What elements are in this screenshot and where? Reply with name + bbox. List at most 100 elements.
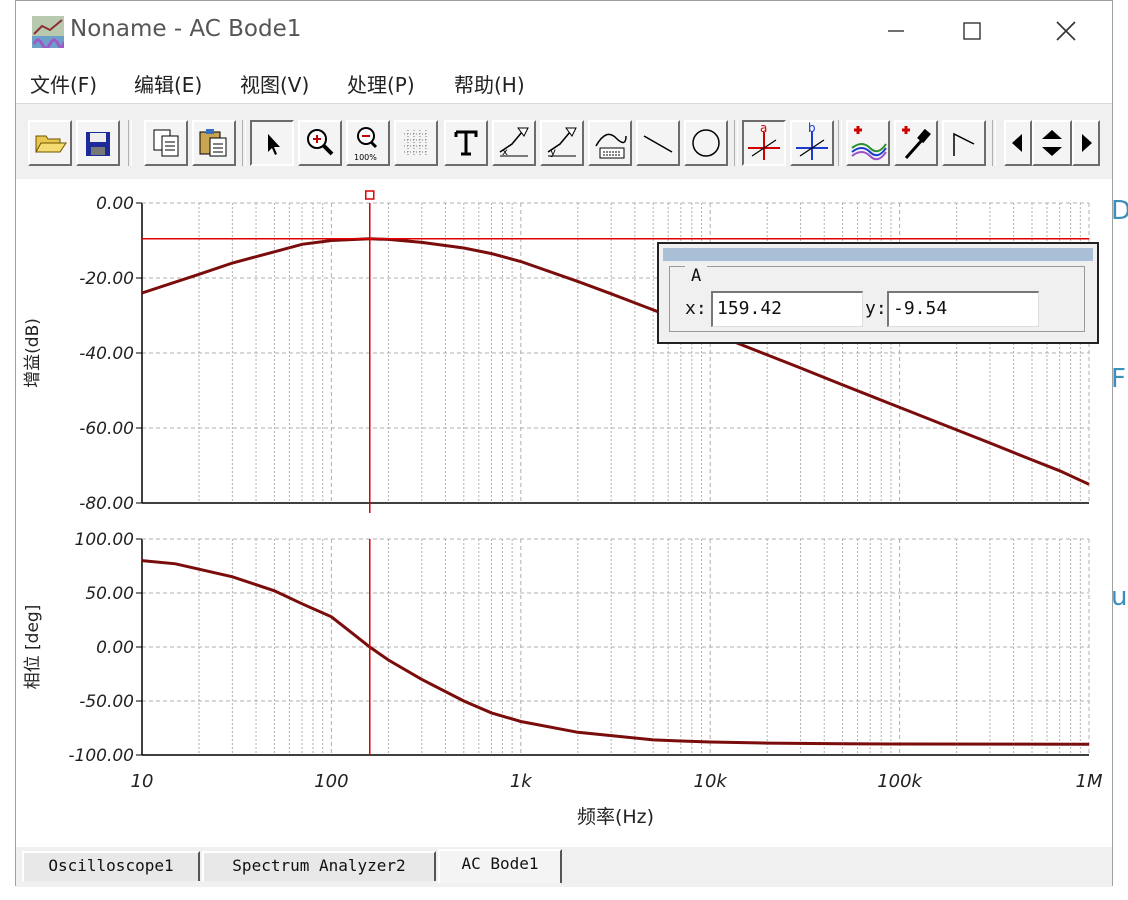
cursor-a-icon: a	[748, 122, 780, 160]
window-title: Noname - AC Bode1	[70, 16, 302, 42]
svg-text:a: a	[760, 122, 767, 135]
label-y-button[interactable]: y	[540, 120, 584, 166]
zoom-100-icon: 100%	[354, 127, 377, 162]
menu-file[interactable]: 文件(F)	[30, 69, 97, 98]
y-tick-label: -40.00	[79, 344, 134, 364]
paste-button[interactable]	[192, 120, 236, 166]
circle-button[interactable]	[684, 120, 728, 166]
maximize-icon	[963, 22, 981, 40]
scroll-left-button[interactable]	[1004, 120, 1032, 166]
menu-help[interactable]: 帮助(H)	[454, 69, 525, 98]
pointer-button[interactable]	[250, 120, 294, 166]
x-tick-label: 1M	[1076, 771, 1103, 792]
svg-text:y: y	[550, 147, 556, 158]
y-tick-label: 100.00	[75, 530, 134, 550]
zoom-100-button[interactable]: 100%	[346, 120, 390, 166]
background-text-fragment: F	[1111, 364, 1126, 394]
y-tick-label: -80.00	[79, 494, 134, 514]
cursor-a-handle	[365, 190, 375, 200]
y-tick-label: 0.00	[96, 638, 134, 658]
cursor-x-field[interactable]: 159.42	[711, 291, 863, 327]
label-xy-icon	[595, 133, 627, 159]
add-probe-button[interactable]	[894, 120, 938, 166]
x-tick-label: 10k	[694, 771, 729, 792]
app-window: Noname - AC Bode1 文件(F) 编辑(E) 视图(V) 处理(P…	[15, 0, 1113, 887]
line-button[interactable]	[636, 120, 680, 166]
cursor-a-button[interactable]: a	[742, 120, 786, 166]
close-icon	[1056, 21, 1076, 41]
copy-button[interactable]	[144, 120, 188, 166]
y-tick-label: -60.00	[79, 419, 134, 439]
circle-icon	[692, 129, 720, 157]
copy-icon	[153, 129, 179, 157]
cursor-group-label: A	[685, 266, 708, 286]
tab-bar: Oscilloscope1 Spectrum Analyzer2 AC Bode…	[16, 847, 1112, 887]
minimize-icon	[888, 30, 904, 32]
grid-icon	[404, 130, 428, 156]
label-xy-button[interactable]	[588, 120, 632, 166]
save-icon	[86, 132, 110, 156]
tab-spectrum-analyzer[interactable]: Spectrum Analyzer2	[202, 851, 436, 881]
add-probe-icon	[902, 126, 931, 159]
save-button[interactable]	[76, 120, 120, 166]
menu-view[interactable]: 视图(V)	[240, 69, 309, 98]
y-tick-label: -20.00	[79, 269, 134, 289]
add-curve-icon	[851, 126, 887, 161]
grid-button[interactable]	[394, 120, 438, 166]
x-tick-label: 100k	[877, 771, 923, 792]
right-arrow-icon	[1082, 134, 1092, 152]
cursor-b-button[interactable]: b	[790, 120, 834, 166]
title-bar: Noname - AC Bode1	[16, 1, 1112, 63]
cursor-x-label: x:	[685, 298, 707, 319]
cursor-y-field[interactable]: -9.54	[887, 291, 1039, 327]
paste-icon	[199, 129, 227, 157]
tab-oscilloscope[interactable]: Oscilloscope1	[22, 851, 200, 881]
pointer-icon	[268, 134, 280, 155]
left-arrow-icon	[1012, 134, 1022, 152]
x-tick-label: 100	[314, 771, 348, 792]
gain-panel: 0.00 -20.00 -40.00 -60.00 -80.00 增益(dB)	[23, 190, 1090, 514]
minimize-button[interactable]	[874, 9, 918, 53]
close-button[interactable]	[1044, 9, 1088, 53]
svg-text:x: x	[502, 147, 508, 158]
phase-trace	[141, 559, 1090, 746]
background-text-fragment: u	[1111, 582, 1128, 612]
menu-bar: 文件(F) 编辑(E) 视图(V) 处理(P) 帮助(H)	[16, 63, 1112, 103]
cursor-readout-panel[interactable]: A x: 159.42 y: -9.54	[657, 242, 1099, 344]
y-axis-label: 相位 [deg]	[23, 605, 43, 690]
y-tick-label: 0.00	[96, 194, 134, 214]
label-y-icon: y	[547, 127, 577, 158]
y-tick-label: -100.00	[68, 746, 134, 766]
x-tick-label: 1k	[510, 771, 533, 792]
scroll-right-button[interactable]	[1072, 120, 1100, 166]
phase-panel: 100.00 50.00 0.00 -50.00 -100.00 相位 [deg] 10 10…	[23, 530, 1103, 828]
scroll-updown-button[interactable]	[1032, 120, 1072, 166]
svg-text:b: b	[808, 122, 816, 135]
maximize-button[interactable]	[950, 9, 994, 53]
marker-button[interactable]	[942, 120, 986, 166]
bode-plot-area[interactable]: 0.00 -20.00 -40.00 -60.00 -80.00 增益(dB) 100.00…	[16, 179, 1112, 847]
text-button[interactable]	[444, 120, 488, 166]
add-curve-button[interactable]	[846, 120, 890, 166]
cursor-b-icon: b	[796, 122, 828, 160]
menu-process[interactable]: 处理(P)	[347, 69, 415, 98]
app-icon	[32, 16, 64, 48]
x-tick-label: 10	[131, 771, 154, 792]
svg-text:100%: 100%	[354, 153, 377, 162]
cursor-y-label: y:	[865, 298, 887, 319]
zoom-in-button[interactable]	[298, 120, 342, 166]
menu-edit[interactable]: 编辑(E)	[134, 69, 202, 98]
line-icon	[643, 135, 673, 153]
zoom-in-icon	[307, 129, 334, 156]
cursor-panel-titlebar[interactable]	[663, 248, 1093, 261]
y-tick-label: -50.00	[79, 692, 134, 712]
background-text-fragment: D	[1111, 196, 1128, 226]
toolbar: 100% x y a b	[16, 103, 1112, 181]
y-axis-label: 增益(dB)	[23, 318, 43, 388]
tab-ac-bode[interactable]: AC Bode1	[438, 849, 562, 883]
updown-arrow-icon	[1042, 130, 1062, 156]
open-button[interactable]	[28, 120, 72, 166]
label-x-button[interactable]: x	[492, 120, 536, 166]
label-x-icon: x	[499, 127, 529, 158]
open-icon	[35, 135, 67, 153]
